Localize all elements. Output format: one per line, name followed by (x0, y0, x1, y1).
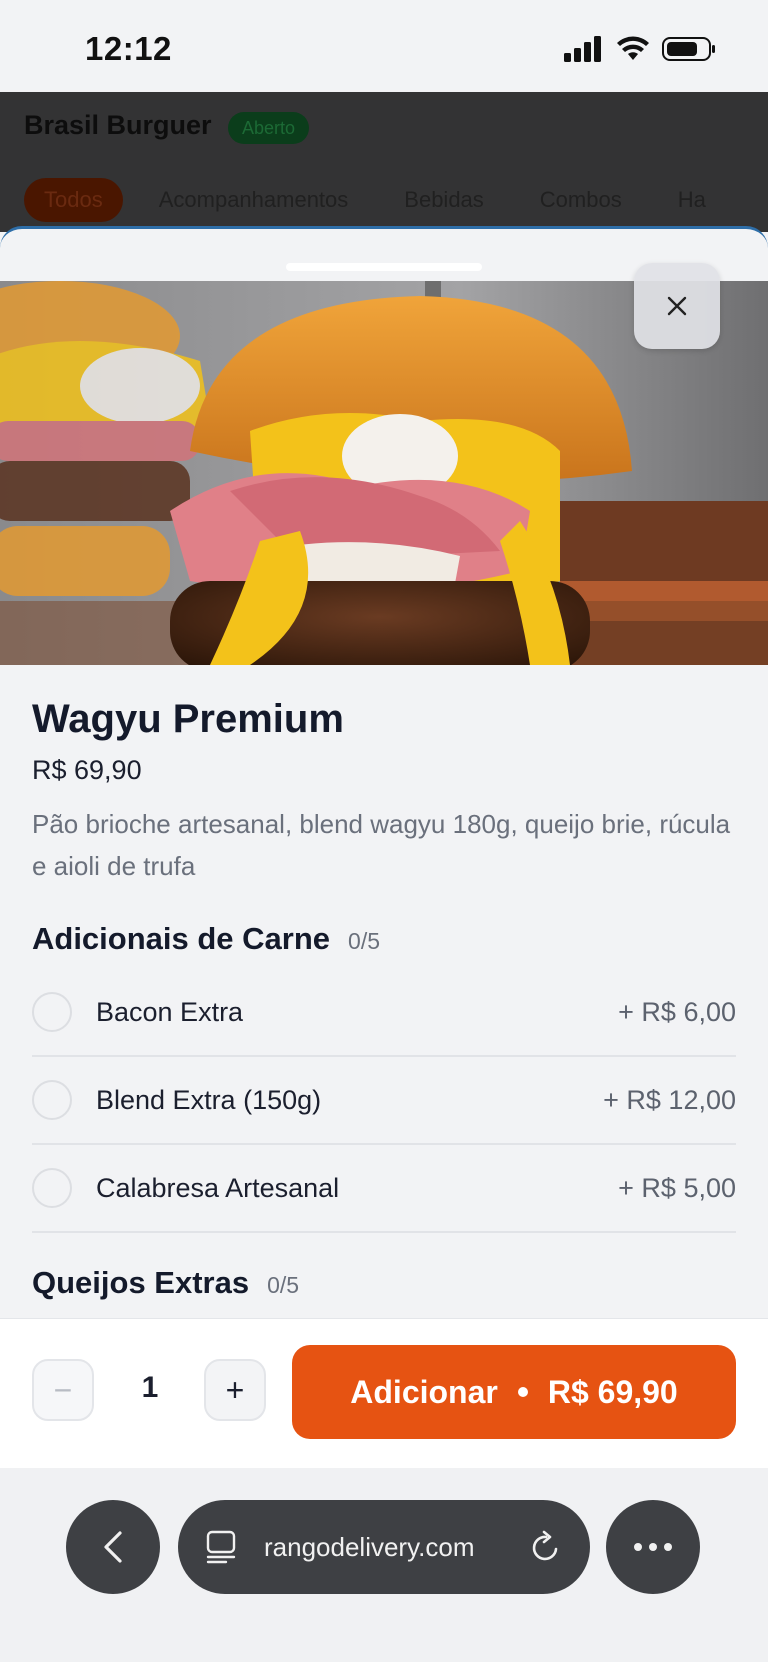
option-price: + R$ 6,00 (618, 996, 736, 1027)
product-price: R$ 69,90 (32, 755, 142, 785)
tab-bebidas: Bebidas (404, 187, 484, 212)
radio-button[interactable] (32, 992, 72, 1032)
product-sheet: Wagyu Premium R$ 69,90 Pão brioche artes… (0, 226, 768, 1468)
add-button-label: Adicionar (350, 1373, 498, 1410)
battery-icon (662, 37, 715, 61)
status-icons (564, 36, 716, 62)
option-bacon-extra[interactable]: Bacon Extra + R$ 6,00 (32, 969, 736, 1057)
quantity-value: 1 (141, 1371, 159, 1404)
status-bar: 12:12 (0, 0, 768, 92)
option-price: + R$ 5,00 (618, 1172, 736, 1203)
section-header-carne: Adicionais de Carne 0/5 (32, 921, 380, 957)
add-to-cart-button[interactable]: Adicionar R$ 69,90 (292, 1345, 736, 1439)
option-price: + R$ 12,00 (603, 1084, 736, 1115)
option-name: Blend Extra (150g) (96, 1084, 322, 1115)
sheet-handle[interactable] (286, 263, 482, 271)
add-button-price: R$ 69,90 (547, 1373, 678, 1410)
close-icon (667, 296, 687, 316)
section-title: Queijos Extras (32, 1265, 250, 1300)
option-blend-extra[interactable]: Blend Extra (150g) + R$ 12,00 (32, 1057, 736, 1145)
more-options-button[interactable] (606, 1500, 700, 1594)
reload-icon[interactable] (530, 1530, 562, 1564)
ellipsis-icon (634, 1543, 672, 1551)
tab-acompanhamentos: Acompanhamentos (158, 187, 349, 212)
store-name: Brasil Burguer (24, 110, 212, 140)
address-bar[interactable]: rangodelivery.com (178, 1500, 590, 1594)
browser-toolbar: rangodelivery.com (0, 1468, 768, 1662)
separator-dot (517, 1387, 528, 1397)
background-store-header: Brasil Burguer Aberto Todos Acompanhamen… (0, 92, 768, 232)
url-text: rangodelivery.com (264, 1531, 475, 1562)
section-count: 0/5 (348, 928, 381, 954)
decrease-quantity-button[interactable]: − (32, 1359, 94, 1421)
option-name: Bacon Extra (96, 996, 244, 1027)
section-count: 0/5 (267, 1272, 300, 1298)
section-header-queijos: Queijos Extras 0/5 (32, 1265, 299, 1301)
back-button[interactable] (66, 1500, 160, 1594)
category-tabs: Todos Acompanhamentos Bebidas Combos Ha (24, 178, 762, 222)
tab-todos: Todos (24, 178, 123, 222)
option-calabresa-artesanal[interactable]: Calabresa Artesanal + R$ 5,00 (32, 1145, 736, 1233)
section-title: Adicionais de Carne (32, 921, 331, 956)
store-status-badge: Aberto (228, 112, 310, 144)
close-button[interactable] (634, 263, 720, 349)
tabs-icon (206, 1530, 236, 1564)
add-to-cart-bar: − 1 + Adicionar R$ 69,90 (0, 1318, 768, 1468)
option-name: Calabresa Artesanal (96, 1172, 340, 1203)
wifi-icon (617, 36, 649, 60)
radio-button[interactable] (32, 1168, 72, 1208)
chevron-left-icon (104, 1531, 122, 1563)
status-time: 12:12 (85, 30, 172, 67)
tab-ha: Ha (677, 187, 706, 212)
signal-icon (564, 36, 601, 62)
radio-button[interactable] (32, 1080, 72, 1120)
product-description: Pão brioche artesanal, blend wagyu 180g,… (32, 809, 731, 881)
tab-combos: Combos (539, 187, 622, 212)
increase-quantity-button[interactable]: + (204, 1359, 266, 1421)
product-title: Wagyu Premium (32, 697, 344, 741)
